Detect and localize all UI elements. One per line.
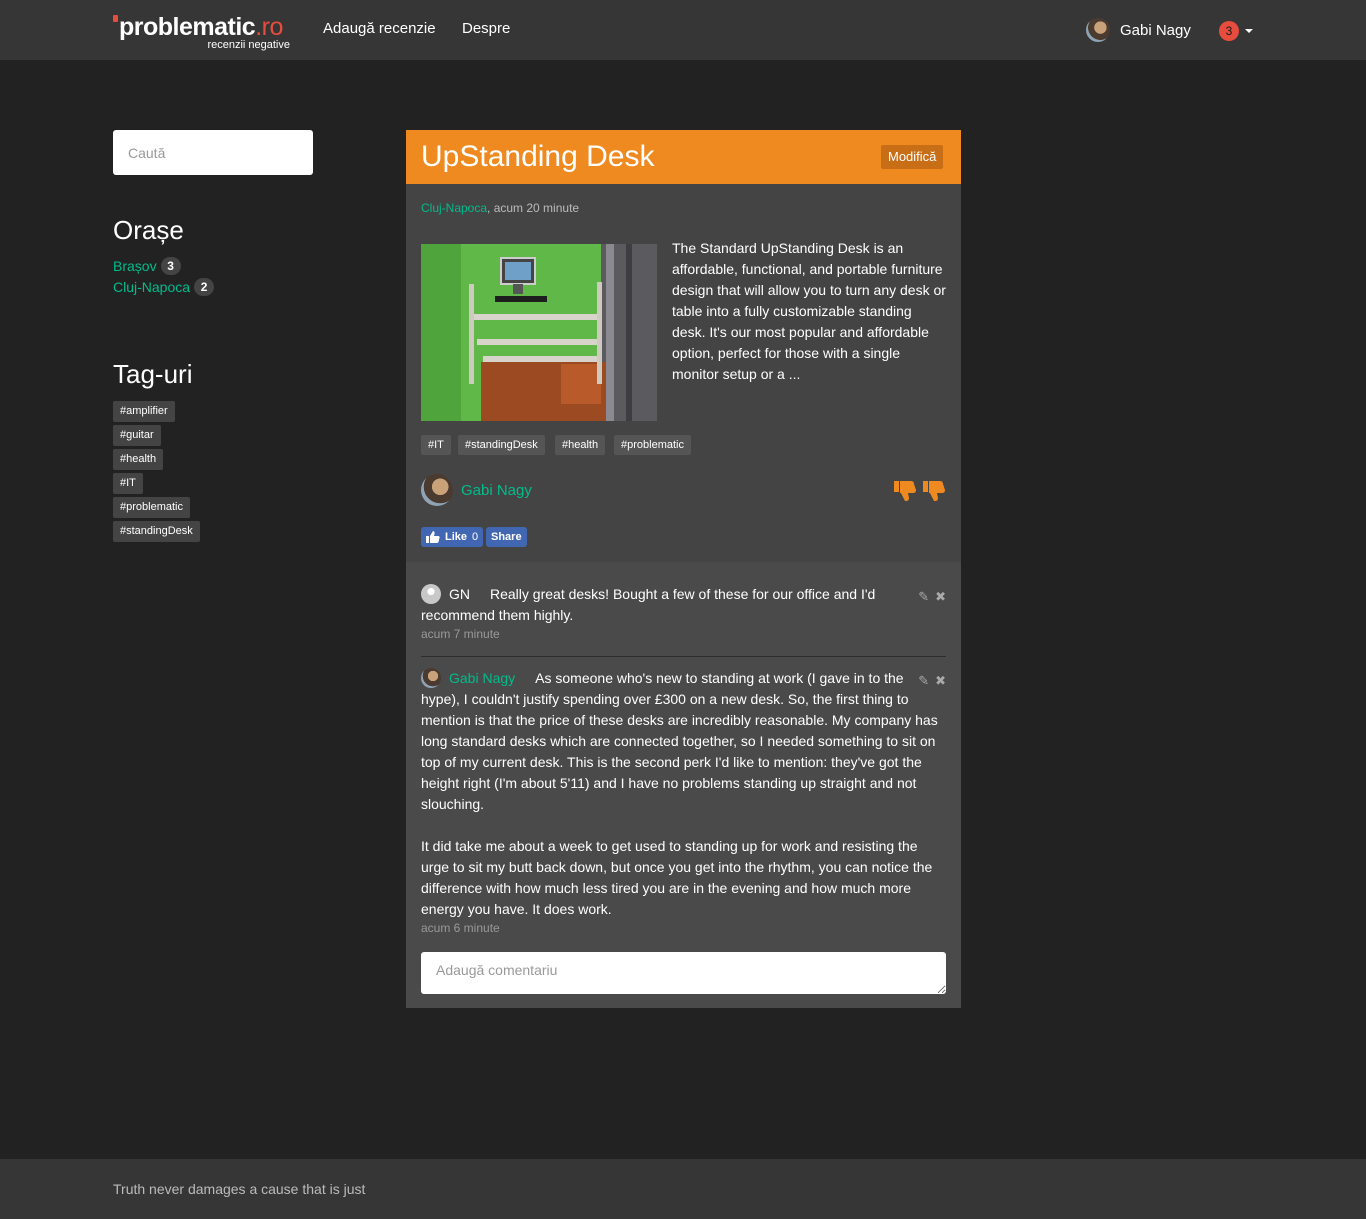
user-avatar <box>1086 18 1110 42</box>
search-input[interactable] <box>113 130 313 175</box>
review-meta: Cluj-Napoca, acum 20 minute <box>421 201 579 215</box>
dislike-rating <box>894 480 946 502</box>
review-description: The Standard UpStanding Desk is an affor… <box>672 240 946 382</box>
brand-name: problematic.ro <box>113 12 293 42</box>
city-link-cluj-napoca[interactable]: Cluj-Napoca 2 <box>113 278 215 296</box>
author-avatar <box>421 474 453 506</box>
brand-subtitle: recenzii negative <box>207 39 290 51</box>
delete-x-icon[interactable]: ✖ <box>935 670 946 691</box>
comment-body: GN Really great desks! Bought a few of th… <box>421 584 946 626</box>
brand-tld: .ro <box>255 13 283 41</box>
review-tag[interactable]: #problematic <box>614 435 691 455</box>
review-tag[interactable]: #standingDesk <box>458 435 545 455</box>
city-name: Brașov <box>113 258 157 274</box>
comment-text: Really great desks! Bought a few of thes… <box>421 586 876 623</box>
standing-desk-photo <box>421 244 657 421</box>
brand-logo[interactable]: problematic.ro recenzii negative <box>113 12 293 54</box>
tags-heading: Tag-uri <box>113 359 193 389</box>
city-link-brasov[interactable]: Brașov 3 <box>113 257 181 275</box>
comment-text-continued: It did take me about a week to get used … <box>421 838 933 917</box>
notification-count-badge: 3 <box>1219 21 1239 41</box>
footer: Truth never damages a cause that is just <box>0 1159 1366 1219</box>
edit-review-button[interactable]: Modifică <box>881 145 944 169</box>
comment-divider <box>421 656 946 657</box>
brand-main-text: problematic <box>119 13 256 41</box>
user-name: Gabi Nagy <box>1120 21 1191 39</box>
review-tag[interactable]: #IT <box>421 435 451 455</box>
thumbs-down-icon[interactable] <box>923 480 946 502</box>
notifications-dropdown[interactable]: 3 <box>1219 21 1253 41</box>
navbar: problematic.ro recenzii negative Adaugă … <box>0 0 1366 60</box>
fb-like-count: 0 <box>472 531 479 543</box>
comment-item: ✎ ✖ Gabi Nagy As someone who's new to sta… <box>421 668 946 936</box>
caret-down-icon <box>1245 29 1253 33</box>
edit-pencil-icon[interactable]: ✎ <box>918 670 929 691</box>
brand-mark-icon <box>113 15 118 22</box>
review-title: UpStanding Desk <box>421 140 655 173</box>
comment-time: acum 6 minute <box>421 921 500 935</box>
comment-time: acum 7 minute <box>421 627 500 641</box>
edit-pencil-icon[interactable]: ✎ <box>918 586 929 607</box>
comment-text: As someone who's new to standing at work… <box>421 670 938 812</box>
city-count-badge: 3 <box>160 257 181 275</box>
comments-section: ✎ ✖ GN Really great desks! Bought a few o… <box>406 562 961 1008</box>
fb-like-label: Like <box>445 531 468 543</box>
nav-user-menu[interactable]: Gabi Nagy <box>1086 18 1191 42</box>
review-tag[interactable]: #health <box>555 435 606 455</box>
comment-body: Gabi Nagy As someone who's new to standin… <box>421 668 946 815</box>
comment-author-link[interactable]: Gabi Nagy <box>449 670 515 686</box>
author-name: Gabi Nagy <box>461 481 532 499</box>
sidebar-tag[interactable]: #amplifier <box>113 401 175 422</box>
cities-heading: Orașe <box>113 215 184 245</box>
facebook-like-button[interactable]: Like 0 <box>421 527 484 547</box>
sidebar-tag[interactable]: #health <box>113 449 164 470</box>
nav-about[interactable]: Despre <box>462 20 510 37</box>
sidebar-tag[interactable]: #IT <box>113 473 143 494</box>
sidebar-tag[interactable]: #standingDesk <box>113 521 200 542</box>
review-author[interactable]: Gabi Nagy <box>421 474 532 506</box>
comment-item: ✎ ✖ GN Really great desks! Bought a few o… <box>421 584 946 642</box>
review-card: UpStanding Desk Modifică Cluj-Napoca, ac… <box>406 130 961 1008</box>
footer-quote: Truth never damages a cause that is just <box>113 1181 366 1197</box>
sidebar-tag[interactable]: #guitar <box>113 425 161 446</box>
comment-tools: ✎ ✖ <box>918 586 946 607</box>
nav-add-review[interactable]: Adaugă recenzie <box>323 20 436 37</box>
delete-x-icon[interactable]: ✖ <box>935 586 946 607</box>
thumbs-up-icon <box>426 531 440 543</box>
review-time: , acum 20 minute <box>487 201 580 215</box>
comment-avatar <box>421 584 441 604</box>
comment-avatar <box>421 668 441 688</box>
thumbs-down-icon[interactable] <box>894 480 917 502</box>
review-location-link[interactable]: Cluj-Napoca <box>421 201 487 215</box>
city-name: Cluj-Napoca <box>113 279 191 295</box>
city-count-badge: 2 <box>194 278 215 296</box>
comment-tools: ✎ ✖ <box>918 670 946 691</box>
sidebar-tag[interactable]: #problematic <box>113 497 190 518</box>
review-header: UpStanding Desk Modifică <box>406 130 961 184</box>
facebook-share-button[interactable]: Share <box>486 527 527 547</box>
review-photo[interactable] <box>421 244 657 421</box>
add-comment-textarea[interactable] <box>421 952 946 994</box>
comment-author: GN <box>449 586 470 602</box>
